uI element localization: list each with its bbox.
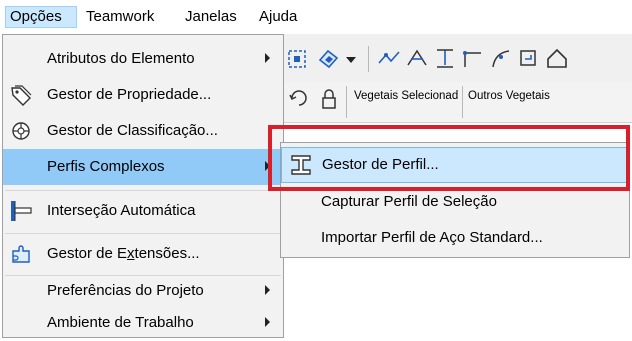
submenu-arrow-icon — [265, 53, 270, 63]
extensions-icon — [12, 245, 30, 263]
ribbon-divider-2 — [462, 86, 463, 118]
menu-item-atributos-do-elemento[interactable]: Atributos do Elemento — [3, 41, 283, 77]
tags-icon — [11, 85, 32, 106]
menu-item-label: Gestor de Classificação... — [47, 122, 218, 139]
menu-item-gestor-de-classificacao[interactable]: Gestor de Classificação... — [3, 113, 283, 149]
submenu-item-importar-perfil-aco[interactable]: Importar Perfil de Aço Standard... — [281, 221, 629, 257]
lock-icon[interactable] — [318, 88, 340, 112]
submenu-arrow-icon — [265, 285, 270, 295]
menu-item-label: Atributos do Elemento — [47, 50, 195, 67]
ribbon-row: Vegetais Selecionad Outros Vegetais — [282, 82, 632, 123]
home-icon[interactable] — [545, 47, 569, 69]
menu-item-preferencias-do-projeto[interactable]: Preferências do Projeto — [3, 269, 283, 305]
menu-item-intersecao-automatica[interactable]: Interseção Automática — [3, 193, 283, 229]
opcoes-menu: Atributos do Elemento Gestor de Propried… — [2, 34, 284, 338]
menu-item-label: Perfis Complexos — [47, 158, 165, 175]
menu-item-label: Gestor de Extensões... — [47, 236, 200, 272]
ribbon-label-vegetais: Vegetais Selecionad — [354, 90, 459, 102]
toolbar — [282, 34, 632, 83]
menu-item-label: Gestor de Propriedade... — [47, 86, 212, 103]
menu-item-gestor-de-extensoes[interactable]: Gestor de Extensões... — [3, 236, 283, 272]
adjust-icon[interactable] — [433, 47, 457, 69]
menu-separator — [5, 190, 281, 191]
menu-separator — [5, 233, 281, 234]
classification-icon — [12, 122, 30, 140]
menubar-teamwork[interactable]: Teamwork — [82, 6, 174, 28]
menubar-janelas[interactable]: Janelas — [181, 6, 251, 28]
intersection-icon — [11, 201, 32, 221]
annotation-highlight-box — [268, 125, 630, 191]
trim-icon[interactable] — [405, 47, 429, 69]
access-key: x — [127, 245, 135, 262]
ribbon-divider-1 — [346, 86, 347, 118]
chevron-down-icon[interactable] — [346, 57, 356, 63]
menubar: Opções Teamwork Janelas Ajuda — [0, 0, 632, 34]
menu-item-perfis-complexos[interactable]: Perfis Complexos — [3, 149, 283, 185]
ribbon-label-outros: Outros Vegetais — [468, 90, 550, 102]
menubar-ajuda[interactable]: Ajuda — [255, 6, 309, 28]
menubar-opcoes[interactable]: Opções — [5, 6, 77, 28]
menu-item-gestor-de-propriedade[interactable]: Gestor de Propriedade... — [3, 77, 283, 113]
split-icon[interactable] — [377, 47, 401, 69]
toolbar-divider — [368, 46, 369, 72]
rotate-icon[interactable] — [288, 86, 310, 108]
label-part: tensões... — [134, 245, 200, 262]
intersect-icon[interactable] — [461, 47, 485, 69]
select-frame-icon[interactable] — [286, 48, 308, 70]
fillet-icon[interactable] — [489, 47, 513, 69]
menu-item-label: Preferências do Projeto — [47, 282, 204, 299]
offset-icon[interactable] — [517, 47, 541, 69]
fill-icon[interactable] — [316, 46, 342, 70]
submenu-item-label: Importar Perfil de Aço Standard... — [321, 229, 543, 246]
label-part: Gestor de E — [47, 245, 128, 262]
submenu-arrow-icon — [265, 317, 270, 327]
menu-item-label: Interseção Automática — [47, 202, 196, 219]
